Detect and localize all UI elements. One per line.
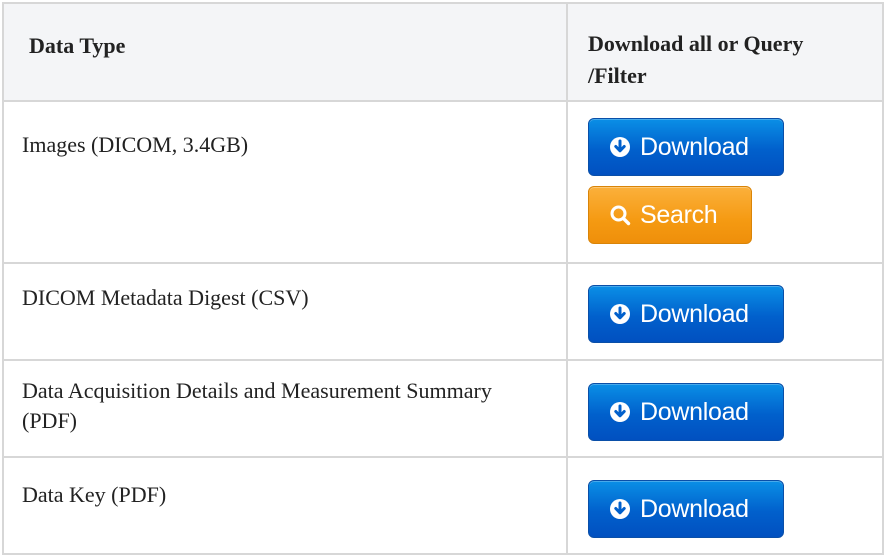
header-download-label: Download all or Query /Filter bbox=[588, 31, 804, 88]
search-button-images[interactable]: Search bbox=[588, 186, 752, 244]
data-type-cell: Data Key (PDF) bbox=[2, 456, 568, 555]
data-type-label: Data Acquisition Details and Measurement… bbox=[22, 378, 492, 433]
data-download-table: Data Type Download all or Query /Filter … bbox=[2, 2, 884, 555]
data-type-cell: Data Acquisition Details and Measurement… bbox=[2, 359, 568, 458]
circle-arrow-down-icon bbox=[609, 303, 631, 325]
data-type-label: DICOM Metadata Digest (CSV) bbox=[22, 285, 309, 310]
download-button-metadata[interactable]: Download bbox=[588, 285, 784, 343]
circle-arrow-down-icon bbox=[609, 498, 631, 520]
download-cell: Download bbox=[566, 262, 884, 361]
search-button-label: Search bbox=[640, 200, 718, 229]
circle-arrow-down-icon bbox=[609, 401, 631, 423]
circle-arrow-down-icon bbox=[609, 136, 631, 158]
table-row: Data Acquisition Details and Measurement… bbox=[2, 359, 884, 458]
header-data-type: Data Type bbox=[2, 2, 568, 102]
table-row: Data Key (PDF) Download bbox=[2, 456, 884, 555]
data-type-cell: Images (DICOM, 3.4GB) bbox=[2, 100, 568, 264]
download-button-label: Download bbox=[640, 397, 749, 426]
download-button-label: Download bbox=[640, 494, 749, 523]
header-data-type-label: Data Type bbox=[29, 33, 126, 58]
download-button-data-key[interactable]: Download bbox=[588, 480, 784, 538]
download-cell: Download Search bbox=[566, 100, 884, 264]
download-cell: Download bbox=[566, 456, 884, 555]
data-type-label: Images (DICOM, 3.4GB) bbox=[22, 132, 249, 157]
download-button-label: Download bbox=[640, 299, 749, 328]
table-header-row: Data Type Download all or Query /Filter bbox=[2, 2, 884, 102]
table-row: DICOM Metadata Digest (CSV) Download bbox=[2, 262, 884, 361]
download-button-acquisition[interactable]: Download bbox=[588, 383, 784, 441]
header-download: Download all or Query /Filter bbox=[566, 2, 884, 102]
data-type-label: Data Key (PDF) bbox=[22, 482, 167, 507]
download-cell: Download bbox=[566, 359, 884, 458]
magnifier-search-icon bbox=[609, 204, 631, 226]
download-button-images[interactable]: Download bbox=[588, 118, 784, 176]
download-button-label: Download bbox=[640, 132, 749, 161]
table-row: Images (DICOM, 3.4GB) Download Search bbox=[2, 100, 884, 264]
data-type-cell: DICOM Metadata Digest (CSV) bbox=[2, 262, 568, 361]
